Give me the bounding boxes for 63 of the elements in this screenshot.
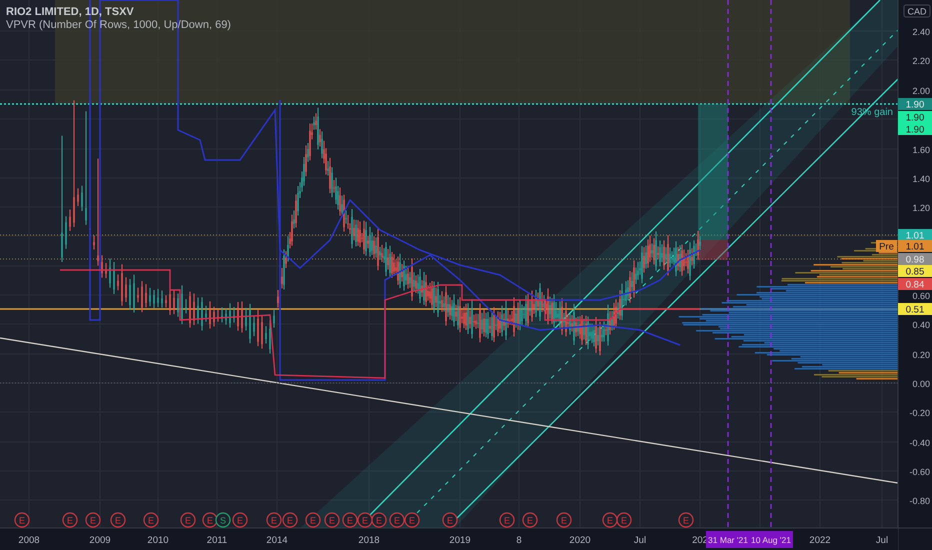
price-tag: 1.01: [898, 240, 932, 252]
time-axis-label: 2009: [89, 535, 111, 546]
price-axis-label: 0.60: [912, 291, 930, 301]
price-axis-label: 2.40: [912, 27, 930, 37]
price-tag: 0.85: [898, 265, 932, 278]
price-tag: 0.51: [898, 303, 932, 316]
event-marker[interactable]: E: [678, 512, 694, 528]
price-tag: 0.84: [898, 278, 932, 290]
event-marker[interactable]: E: [442, 512, 458, 528]
price-tag: 1.90: [898, 123, 932, 136]
price-tag: 1.90: [898, 98, 932, 110]
time-axis-label: Jul: [876, 535, 888, 546]
event-marker[interactable]: E: [14, 512, 30, 528]
event-marker[interactable]: E: [556, 512, 572, 528]
time-axis-label: 2014: [266, 535, 288, 546]
event-marker[interactable]: E: [85, 512, 101, 528]
time-axis-label: 2010: [147, 535, 169, 546]
time-axis-label: 8: [516, 535, 522, 546]
event-marker[interactable]: E: [62, 512, 78, 528]
event-marker[interactable]: E: [110, 512, 126, 528]
price-axis-label: 1.20: [912, 203, 930, 213]
event-marker[interactable]: E: [404, 512, 420, 528]
price-tag: 1.90: [898, 111, 932, 124]
event-marker[interactable]: E: [616, 512, 632, 528]
price-axis-label: 1.60: [912, 145, 930, 155]
price-axis-label: -0.60: [909, 467, 930, 477]
price-axis-label: 2.00: [912, 86, 930, 96]
event-marker[interactable]: E: [371, 512, 387, 528]
event-marker[interactable]: E: [282, 512, 298, 528]
price-tag: Pre: [876, 240, 897, 252]
time-axis-label: 2022: [809, 535, 831, 546]
price-tag: 0.98: [898, 253, 932, 266]
time-axis-label: 2019: [449, 535, 471, 546]
date-badge: 10 Aug '21: [749, 531, 793, 548]
price-axis-label: 0.40: [912, 320, 930, 330]
event-marker[interactable]: E: [522, 512, 538, 528]
price-axis-label: -0.80: [909, 496, 930, 506]
event-marker[interactable]: E: [143, 512, 159, 528]
loss-zone: [698, 240, 728, 260]
price-axis-label: 2.20: [912, 56, 930, 66]
time-axis-label: 2011: [206, 535, 228, 546]
event-marker[interactable]: S: [215, 512, 231, 528]
event-marker[interactable]: E: [342, 512, 358, 528]
time-axis-label: 2020: [569, 535, 591, 546]
price-axis-label: 0.20: [912, 350, 930, 360]
event-marker[interactable]: E: [180, 512, 196, 528]
price-axis-label: -0.40: [909, 438, 930, 448]
event-marker[interactable]: E: [305, 512, 321, 528]
price-axis-label: -0.20: [909, 408, 930, 418]
time-axis-label: 2018: [358, 535, 380, 546]
price-axis-label: 0.00: [912, 379, 930, 389]
event-marker[interactable]: E: [232, 512, 248, 528]
date-badge: 31 Mar '21: [706, 531, 750, 548]
event-marker[interactable]: E: [324, 512, 340, 528]
event-marker[interactable]: E: [389, 512, 405, 528]
price-axis-label: 1.40: [912, 174, 930, 184]
price-tag: 1.01: [898, 229, 932, 242]
event-marker[interactable]: E: [266, 512, 282, 528]
event-marker[interactable]: E: [499, 512, 515, 528]
time-axis-label: 2008: [18, 535, 40, 546]
event-marker[interactable]: E: [602, 512, 618, 528]
time-axis-label: Jul: [634, 535, 646, 546]
currency-label: CAD: [904, 4, 930, 18]
